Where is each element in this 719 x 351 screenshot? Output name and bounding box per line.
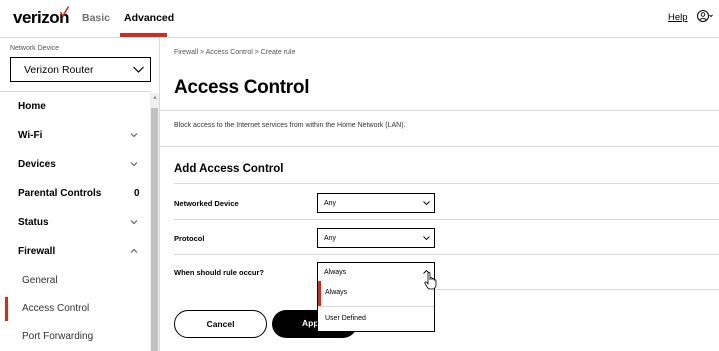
- sidebar-item-label: Devices: [18, 159, 56, 170]
- sidebar-subitem-port-forwarding[interactable]: Port Forwarding: [0, 322, 150, 350]
- dropdown-option-always[interactable]: Always: [318, 281, 434, 306]
- chevron-down-icon: [130, 133, 138, 138]
- parental-controls-count: 0: [134, 188, 140, 199]
- sidebar-subitem-general[interactable]: General: [0, 266, 150, 294]
- selected-option-indicator: [318, 281, 321, 306]
- rule-schedule-dropdown: Always User Defined: [317, 281, 435, 332]
- cancel-button-label: Cancel: [206, 319, 235, 329]
- sidebar-item-label: Wi-Fi: [18, 130, 43, 141]
- network-device-value: Verizon Router: [24, 64, 94, 76]
- tab-basic[interactable]: Basic: [82, 12, 110, 24]
- chevron-down-icon: [133, 66, 144, 73]
- sidebar-item-label: Firewall: [18, 246, 56, 257]
- sidebar-item-status[interactable]: Status: [0, 209, 150, 237]
- row-divider: [435, 289, 719, 290]
- row-divider: [174, 219, 719, 220]
- active-item-indicator: [5, 297, 8, 321]
- protocol-value: Any: [324, 235, 337, 242]
- sidebar-item-label: Status: [18, 217, 49, 228]
- chevron-down-icon: [130, 220, 138, 225]
- rule-schedule-value: Always: [324, 269, 347, 276]
- intro-divider: [160, 146, 719, 147]
- verizon-check-icon: [60, 6, 69, 17]
- sidebar-subitem-label: Port Forwarding: [22, 331, 94, 342]
- dropdown-option-user-defined[interactable]: User Defined: [318, 307, 434, 332]
- sidebar-item-home[interactable]: Home: [0, 93, 150, 121]
- title-divider: [160, 110, 719, 111]
- networked-device-label: Networked Device: [174, 199, 239, 208]
- sidebar-item-label: Parental Controls: [18, 188, 102, 199]
- network-device-select[interactable]: Verizon Router: [10, 57, 151, 82]
- sidebar-subitem-label: Access Control: [22, 303, 90, 314]
- account-icon[interactable]: [697, 9, 713, 23]
- sidebar-item-parental-controls[interactable]: Parental Controls 0: [0, 180, 150, 208]
- sidebar-divider: [0, 91, 150, 92]
- protocol-select[interactable]: Any: [317, 228, 435, 248]
- sidebar-subitem-label: General: [22, 275, 58, 286]
- networked-device-value: Any: [324, 200, 337, 207]
- rule-schedule-label: When should rule occur?: [174, 268, 265, 277]
- dropdown-option-label: Always: [325, 289, 348, 296]
- top-bar: verizon Basic Advanced Help: [0, 0, 719, 38]
- help-link[interactable]: Help: [668, 12, 688, 23]
- networked-device-select[interactable]: Any: [317, 193, 435, 213]
- page-title: Access Control: [174, 77, 310, 98]
- chevron-up-icon: [130, 248, 138, 253]
- sidebar: Network Device Verizon Router ▲ Home Wi-…: [0, 38, 160, 351]
- chevron-down-icon: [130, 162, 138, 167]
- breadcrumb[interactable]: Firewall > Access Control > Create rule: [174, 49, 295, 56]
- network-device-label: Network Device: [10, 45, 60, 52]
- row-divider: [174, 254, 719, 255]
- sidebar-scroll-thumb[interactable]: [151, 108, 158, 351]
- sidebar-subitem-access-control[interactable]: Access Control: [0, 294, 150, 322]
- section-title: Add Access Control: [174, 163, 284, 175]
- hand-pointer-cursor-icon: [424, 272, 437, 290]
- sidebar-item-firewall[interactable]: Firewall: [0, 238, 150, 266]
- chevron-down-icon: [423, 201, 430, 206]
- section-divider: [174, 183, 719, 184]
- protocol-label: Protocol: [174, 234, 205, 243]
- tab-advanced[interactable]: Advanced: [124, 12, 174, 24]
- active-tab-indicator: [120, 33, 167, 37]
- sidebar-item-wifi[interactable]: Wi-Fi: [0, 122, 150, 150]
- sidebar-item-devices[interactable]: Devices: [0, 151, 150, 179]
- dropdown-option-label: User Defined: [325, 315, 366, 322]
- cancel-button[interactable]: Cancel: [174, 310, 267, 338]
- chevron-down-icon: [423, 236, 430, 241]
- intro-text: Block access to the Internet services fr…: [174, 122, 406, 129]
- sidebar-item-label: Home: [18, 101, 46, 112]
- scroll-up-arrow-icon[interactable]: ▲: [152, 95, 158, 101]
- rule-schedule-select[interactable]: Always: [317, 262, 435, 282]
